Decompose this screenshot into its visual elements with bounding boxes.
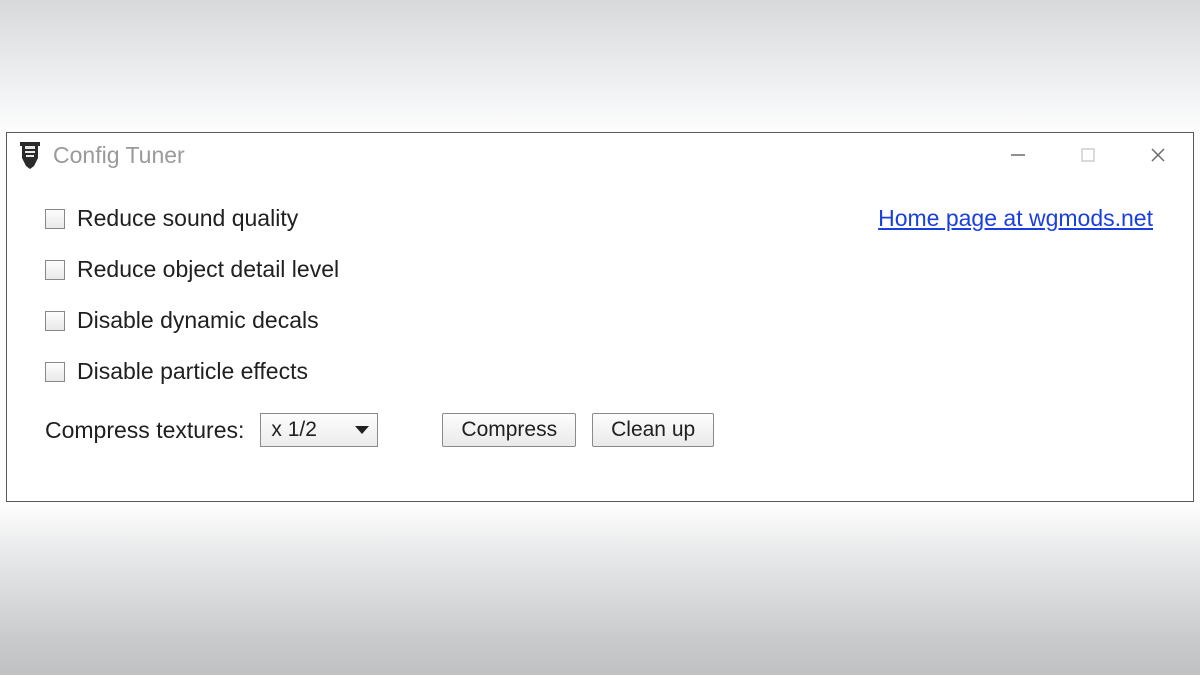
config-tuner-window: Config Tuner Home page at wgmods.net Red…: [6, 132, 1194, 502]
compress-ratio-dropdown[interactable]: x 1/2: [260, 413, 378, 447]
checkbox-label: Reduce sound quality: [77, 205, 298, 232]
maximize-button[interactable]: [1053, 133, 1123, 177]
checkbox-row: Disable particle effects: [45, 358, 1155, 385]
chevron-down-icon: [355, 426, 369, 434]
window-controls: [983, 133, 1193, 177]
disable-particle-effects-checkbox[interactable]: [45, 362, 65, 382]
checkbox-label: Disable dynamic decals: [77, 307, 319, 334]
window-title: Config Tuner: [53, 142, 185, 169]
window-content: Home page at wgmods.net Reduce sound qua…: [7, 177, 1193, 467]
disable-dynamic-decals-checkbox[interactable]: [45, 311, 65, 331]
reduce-object-detail-checkbox[interactable]: [45, 260, 65, 280]
cleanup-button[interactable]: Clean up: [592, 413, 714, 447]
checkbox-label: Disable particle effects: [77, 358, 308, 385]
dropdown-value: x 1/2: [271, 418, 317, 442]
compress-button[interactable]: Compress: [442, 413, 576, 447]
checkbox-row: Reduce object detail level: [45, 256, 1155, 283]
compress-row: Compress textures: x 1/2 Compress Clean …: [45, 413, 1155, 447]
home-page-link[interactable]: Home page at wgmods.net: [878, 205, 1153, 232]
checkbox-label: Reduce object detail level: [77, 256, 339, 283]
close-button[interactable]: [1123, 133, 1193, 177]
titlebar: Config Tuner: [7, 133, 1193, 177]
app-icon: [17, 140, 43, 170]
compress-textures-label: Compress textures:: [45, 417, 244, 444]
minimize-button[interactable]: [983, 133, 1053, 177]
checkbox-row: Disable dynamic decals: [45, 307, 1155, 334]
reduce-sound-quality-checkbox[interactable]: [45, 209, 65, 229]
